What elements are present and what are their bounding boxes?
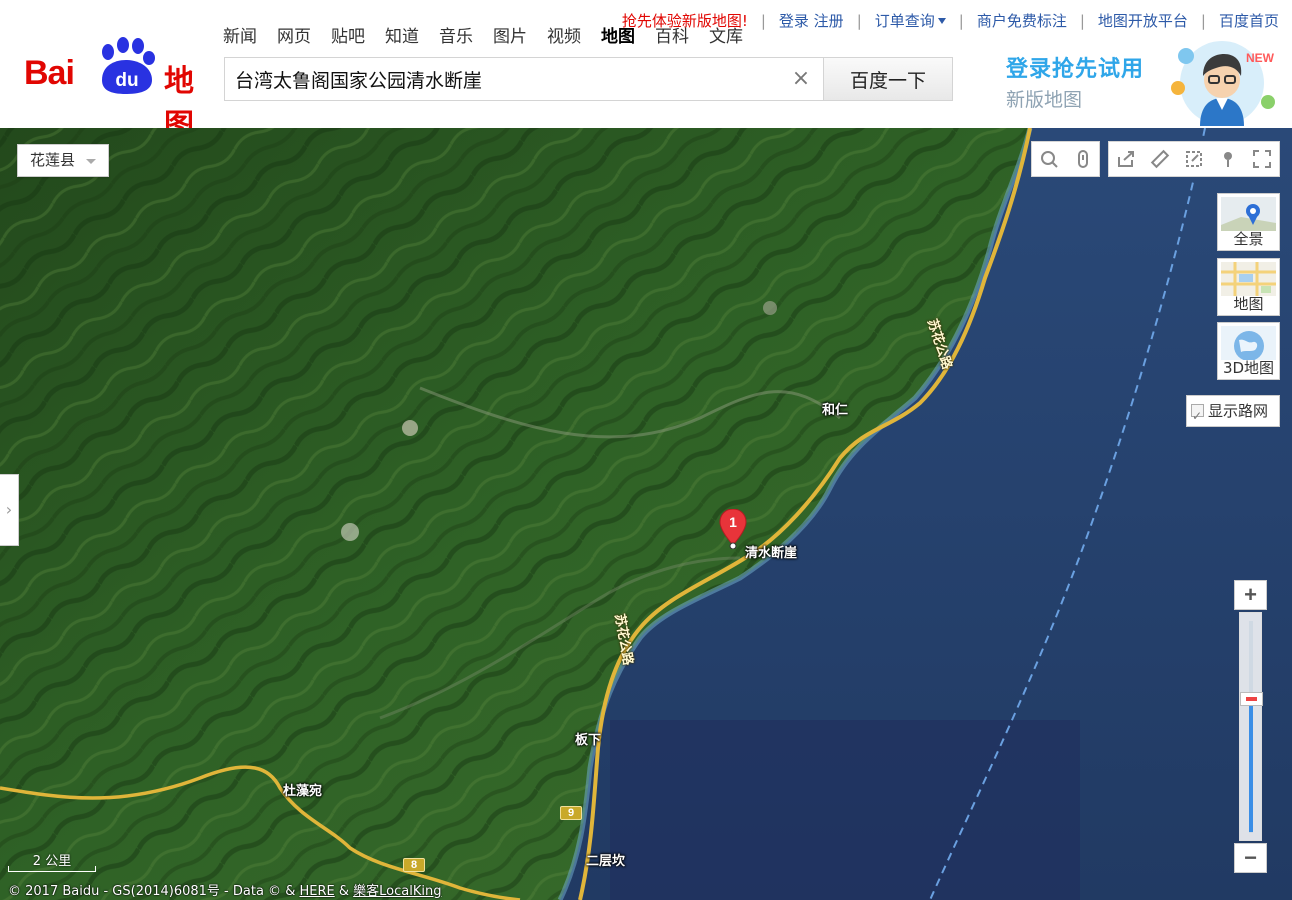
new-badge: NEW bbox=[1246, 51, 1275, 65]
maptype-map-label: 地图 bbox=[1233, 295, 1264, 313]
banner-title: 登录抢先试用 bbox=[1006, 57, 1145, 82]
zoom-control: + − bbox=[1234, 580, 1267, 873]
search-circle-icon bbox=[1041, 151, 1058, 168]
logo-text-du: du bbox=[115, 70, 138, 91]
fullscreen-button[interactable] bbox=[1245, 142, 1278, 176]
screenshot-icon bbox=[1186, 151, 1202, 167]
search-box: × bbox=[224, 57, 824, 101]
map-canvas[interactable]: 和仁 板下 杜藻宛 二层坎 苏花公路 苏花公路 9 8 1 清水断崖 花莲县 › bbox=[0, 128, 1292, 900]
route-shield-8: 8 bbox=[403, 858, 425, 872]
screenshot-button[interactable] bbox=[1177, 142, 1210, 176]
pin-icon bbox=[1224, 152, 1232, 167]
caret-down-icon bbox=[937, 18, 946, 24]
map-thumbnail-icon bbox=[1221, 262, 1276, 296]
zoom-slider[interactable] bbox=[1239, 612, 1263, 841]
paw-logo-icon: du bbox=[102, 37, 155, 94]
logo-text-bai: Bai bbox=[24, 54, 75, 92]
city-select[interactable]: 花莲县 bbox=[17, 144, 109, 177]
open-platform-link[interactable]: 地图开放平台 bbox=[1098, 12, 1188, 30]
ruler-icon bbox=[1150, 149, 1170, 169]
new-version-promo-link[interactable]: 抢先体验新版地图! bbox=[622, 12, 748, 30]
order-query-link[interactable]: 订单查询 bbox=[875, 12, 946, 30]
place-label-heren: 和仁 bbox=[822, 403, 849, 418]
here-link[interactable]: HERE bbox=[299, 884, 334, 899]
nav-item-web[interactable]: 网页 bbox=[277, 22, 311, 47]
maptype-panorama-label: 全景 bbox=[1233, 230, 1264, 248]
expand-sidebar-button[interactable]: › bbox=[0, 474, 19, 546]
place-label-ercengkan: 二层坎 bbox=[586, 854, 626, 869]
divider: | bbox=[856, 12, 862, 30]
globe-thumbnail-icon bbox=[1221, 326, 1276, 360]
header: Bai du 地图 新闻 网页 贴吧 知道 音乐 图片 视频 地图 百科 文库 抢先体验新版地图!… bbox=[0, 0, 1292, 143]
city-select-value: 花莲县 bbox=[30, 151, 76, 169]
maptype-3d-button[interactable]: 3D地图 bbox=[1217, 322, 1280, 380]
traffic-search-button[interactable] bbox=[1032, 142, 1065, 176]
divider: | bbox=[958, 12, 964, 30]
zoom-level-fill bbox=[1249, 698, 1253, 832]
banner-subtitle: 新版地图 bbox=[1006, 89, 1083, 111]
subway-icon bbox=[1078, 150, 1088, 168]
divider: | bbox=[1079, 12, 1085, 30]
caret-down-icon bbox=[86, 159, 96, 164]
fullscreen-icon bbox=[1253, 150, 1271, 168]
maptype-panorama-button[interactable]: 全景 bbox=[1217, 193, 1280, 251]
panorama-thumbnail-icon bbox=[1221, 197, 1276, 231]
divider: | bbox=[1200, 12, 1206, 30]
poi-index: 1 bbox=[729, 514, 737, 530]
baidu-map-logo[interactable]: Bai du 地图 bbox=[24, 36, 209, 143]
search-input[interactable] bbox=[235, 64, 785, 94]
clear-search-icon[interactable]: × bbox=[791, 68, 811, 90]
search-button[interactable]: 百度一下 bbox=[823, 57, 953, 101]
scale-bar: 2 公里 bbox=[8, 850, 98, 874]
route-shield-9: 9 bbox=[560, 806, 582, 820]
zoom-slider-handle[interactable] bbox=[1240, 692, 1263, 707]
baidu-home-link[interactable]: 百度首页 bbox=[1219, 12, 1279, 30]
scale-ruler bbox=[8, 866, 96, 872]
mark-button[interactable] bbox=[1211, 142, 1244, 176]
localking-link[interactable]: 樂客LocalKing bbox=[353, 884, 441, 899]
nav-item-music[interactable]: 音乐 bbox=[439, 22, 473, 47]
nav-item-video[interactable]: 视频 bbox=[547, 22, 581, 47]
show-roads-checkbox[interactable]: 显示路网 bbox=[1186, 395, 1280, 431]
place-label-duzaowan: 杜藻宛 bbox=[283, 784, 323, 799]
checkbox-icon bbox=[1191, 401, 1204, 431]
map-tools-group-2 bbox=[1108, 141, 1280, 177]
show-roads-label: 显示路网 bbox=[1208, 402, 1269, 420]
copyright-notice: © 2017 Baidu - GS(2014)6081号 - Data © & … bbox=[8, 880, 441, 899]
zoom-in-button[interactable]: + bbox=[1234, 580, 1267, 610]
poi-label[interactable]: 清水断崖 bbox=[745, 542, 797, 561]
share-icon bbox=[1118, 151, 1134, 167]
nav-item-tieba[interactable]: 贴吧 bbox=[331, 22, 365, 47]
satellite-imagery bbox=[0, 128, 1292, 900]
new-version-banner[interactable]: 登录抢先试用 新版地图 NEW bbox=[1000, 36, 1290, 126]
ruler-button[interactable] bbox=[1143, 142, 1176, 176]
copyright-text: © 2017 Baidu - GS(2014)6081号 - Data © & bbox=[8, 884, 300, 899]
maptype-map-button[interactable]: 地图 bbox=[1217, 258, 1280, 316]
maptype-3d-label: 3D地图 bbox=[1222, 359, 1275, 377]
copyright-amp: & bbox=[334, 884, 354, 899]
zoom-out-button[interactable]: − bbox=[1234, 843, 1267, 873]
top-links: 抢先体验新版地图! | 登录 注册 | 订单查询 | 商户免费标注 | 地图开放平台 | 百度首页 bbox=[622, 10, 1279, 30]
map-tools-group-1 bbox=[1031, 141, 1100, 177]
subway-button[interactable] bbox=[1066, 142, 1099, 176]
login-register-link[interactable]: 登录 注册 bbox=[779, 12, 844, 30]
place-label-banxia: 板下 bbox=[575, 733, 602, 748]
order-query-label: 订单查询 bbox=[874, 12, 935, 30]
nav-item-zhidao[interactable]: 知道 bbox=[385, 22, 419, 47]
share-button[interactable] bbox=[1109, 142, 1142, 176]
nav-item-news[interactable]: 新闻 bbox=[223, 22, 257, 47]
merchant-link[interactable]: 商户免费标注 bbox=[977, 12, 1067, 30]
poi-marker[interactable]: 1 bbox=[719, 508, 747, 550]
avatar-illustration-icon: NEW bbox=[1171, 41, 1275, 126]
nav-item-images[interactable]: 图片 bbox=[493, 22, 527, 47]
divider: | bbox=[760, 12, 766, 30]
